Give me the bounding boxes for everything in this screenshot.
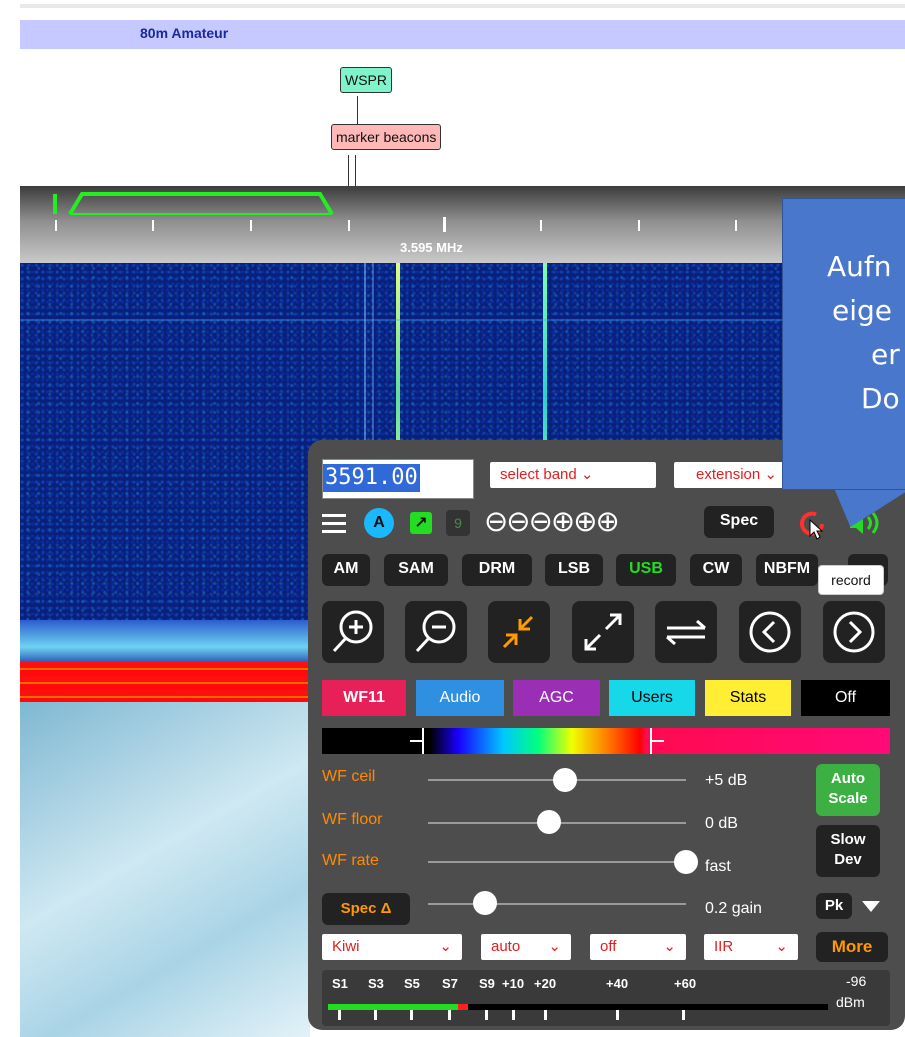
next-button[interactable] [823, 601, 885, 663]
s-meter-label: +20 [534, 976, 557, 991]
s-meter-label: S1 [332, 976, 348, 991]
tab-agc[interactable]: AGC [513, 680, 600, 716]
tab-stats[interactable]: Stats [705, 680, 791, 716]
mode-usb-button[interactable]: USB [616, 554, 676, 586]
waterfall-noise-band [20, 620, 310, 665]
wf-floor-label: WF floor [322, 811, 383, 828]
zoom-in-icon [332, 610, 373, 653]
tab-wf[interactable]: WF11 [322, 680, 406, 716]
mode-sam-button[interactable]: SAM [384, 554, 448, 586]
wf-rate-slider[interactable] [428, 861, 686, 863]
wf-rate-label: WF rate [322, 852, 379, 869]
marker-wspr[interactable]: WSPR [340, 67, 392, 93]
wf-ceil-label: WF ceil [322, 768, 376, 785]
chevron-right-icon [833, 611, 875, 653]
wf-rate-value: fast [705, 858, 731, 875]
zoom-out-icon [415, 610, 456, 653]
marker-line [355, 155, 356, 188]
band-label: 80m Amateur [140, 25, 229, 41]
s-meter-label: S9 [479, 976, 495, 991]
s-meter-dbm-value: -96 [846, 973, 867, 989]
swap-arrows-icon [666, 619, 706, 646]
s-meter-label: +10 [502, 976, 525, 991]
frequency-input[interactable]: 3591.00 [322, 459, 474, 499]
band-bar[interactable]: 80m Amateur [20, 20, 905, 49]
tab-audio[interactable]: Audio [416, 680, 504, 716]
tab-users[interactable]: Users [609, 680, 695, 716]
kiwi-dropdown[interactable]: Kiwi ⌄ [322, 934, 462, 960]
marker-beacons[interactable]: marker beacons [331, 124, 442, 150]
chevron-left-icon [749, 611, 791, 653]
pk-button[interactable]: Pk [816, 893, 852, 919]
mode-nbfm-button[interactable]: NBFM [756, 554, 818, 586]
s-meter-label: +40 [606, 976, 629, 991]
mode-cw-button[interactable]: CW [690, 554, 742, 586]
mode-am-button[interactable]: AM [322, 554, 370, 586]
slow-dev-button[interactable]: Slow Dev [816, 825, 880, 877]
zoom-step-icons[interactable]: ⊖⊖⊖⊕⊕⊕ [484, 503, 694, 539]
triangle-down-icon[interactable] [860, 898, 882, 914]
shrink-arrows-icon [502, 615, 534, 649]
iir-dropdown[interactable]: IIR ⌄ [704, 934, 798, 960]
tab-off[interactable]: Off [801, 680, 890, 716]
spec-gain-knob[interactable] [472, 891, 497, 915]
marker-line [357, 96, 358, 126]
menu-icon[interactable] [322, 512, 346, 534]
spec-gain-value: 0.2 gain [705, 900, 762, 917]
swap-button[interactable] [655, 601, 717, 663]
select-band-dropdown[interactable]: select band ⌄ [490, 462, 656, 488]
s-meter-dbm-unit: dBm [836, 994, 865, 1010]
scale-frequency-label: 3.595 MHz [400, 240, 463, 255]
spec-gain-slider[interactable] [428, 903, 686, 905]
mode-lsb-button[interactable]: LSB [545, 554, 603, 586]
prev-button[interactable] [739, 601, 801, 663]
external-link-icon[interactable]: ↗ [410, 512, 432, 534]
s-meter-label: S5 [404, 976, 420, 991]
marker-line [348, 155, 349, 188]
s-meter-label: S7 [442, 976, 458, 991]
wf-rate-knob[interactable] [674, 850, 698, 874]
mode-drm-button[interactable]: DRM [462, 554, 532, 586]
agc-status-icon[interactable]: A [364, 508, 394, 538]
nine-indicator: 9 [446, 510, 470, 536]
s-meter-label: +60 [674, 976, 697, 991]
s-meter-label: S3 [368, 976, 384, 991]
spec-button[interactable]: Spec [704, 506, 774, 538]
background-image [20, 702, 310, 1037]
auto-scale-button[interactable]: Auto Scale [816, 764, 880, 816]
wf-ceil-value: +5 dB [705, 772, 748, 789]
s-meter: S1 S3 S5 S7 S9 +10 +20 +40 +60 -96 dBm [322, 970, 890, 1026]
s-meter-peak [458, 1004, 468, 1010]
expand-arrows-icon [584, 613, 622, 651]
s-meter-fill [328, 1004, 458, 1010]
frequency-scale[interactable]: 3.595 MHz [20, 186, 905, 263]
more-button[interactable]: More [816, 932, 888, 962]
wf-ceil-knob[interactable] [552, 768, 577, 792]
off-dropdown[interactable]: off ⌄ [590, 934, 686, 960]
zoom-max-button[interactable] [572, 601, 634, 663]
zoom-in-button[interactable] [322, 601, 384, 663]
waterfall-colormap[interactable] [322, 728, 890, 754]
wf-floor-value: 0 dB [705, 815, 738, 832]
zoom-band-button[interactable] [488, 601, 550, 663]
top-divider [20, 4, 905, 8]
record-tooltip: record [818, 565, 884, 595]
spec-delta-button[interactable]: Spec Δ [322, 893, 410, 925]
auto-dropdown[interactable]: auto ⌄ [481, 934, 571, 960]
zoom-out-button[interactable] [405, 601, 467, 663]
annotation-callout: Aufn eige er Do [782, 198, 905, 490]
waterfall-spectrum-bar [20, 662, 310, 702]
